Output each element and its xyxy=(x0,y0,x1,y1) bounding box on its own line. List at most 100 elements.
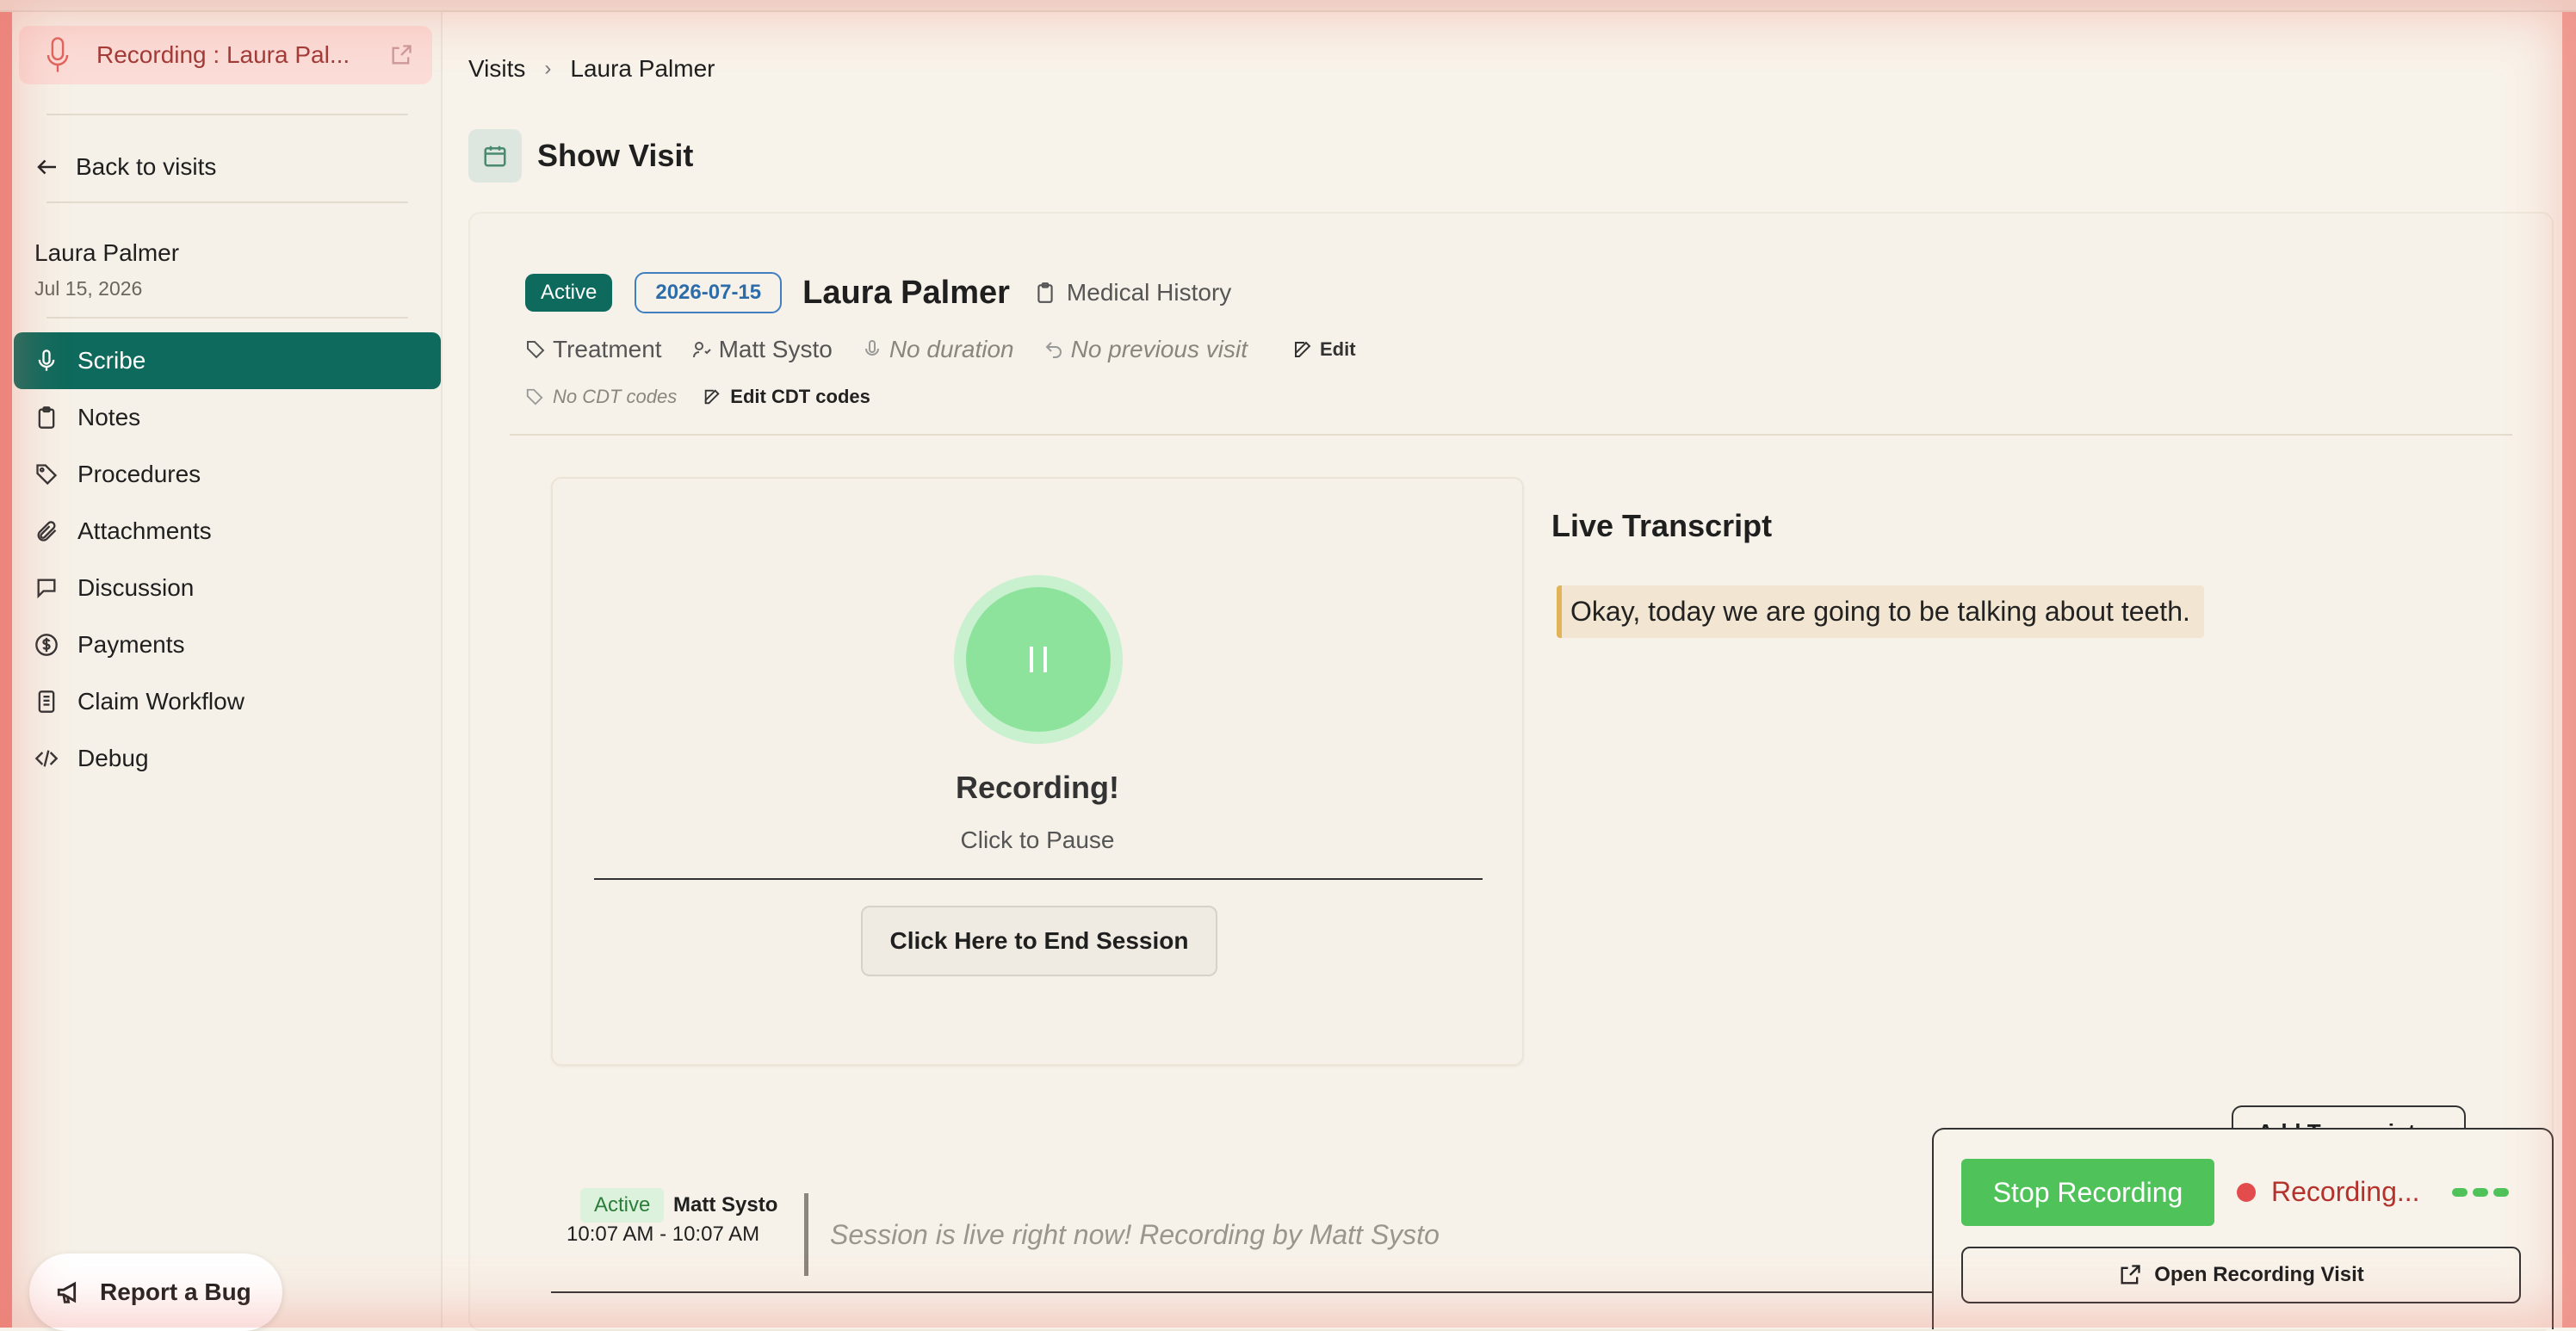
transcript-line: Okay, today we are going to be talking a… xyxy=(1557,585,2204,638)
external-link-icon xyxy=(2121,1265,2140,1285)
edit-label: Edit xyxy=(1320,338,1356,360)
calendar-icon xyxy=(468,129,522,183)
open-recording-visit-button[interactable]: Open Recording Visit xyxy=(1961,1247,2521,1303)
visit-previous: No previous visit xyxy=(1043,336,1248,363)
provider-label: Matt Systo xyxy=(718,336,833,362)
visit-type: Treatment xyxy=(525,336,662,363)
sidebar-item-attachments[interactable]: Attachments xyxy=(14,503,441,560)
sidebar-item-notes[interactable]: Notes xyxy=(14,389,441,446)
sidebar-item-claim-workflow[interactable]: Claim Workflow xyxy=(14,673,441,730)
user-icon xyxy=(692,342,711,358)
breadcrumb-visits[interactable]: Visits xyxy=(468,55,525,83)
visit-summary: Active 2026-07-15 Laura Palmer Medical H… xyxy=(525,272,1231,313)
pause-hint: Click to Pause xyxy=(960,826,1115,853)
sidebar: Recording : Laura Pal... Back to visits … xyxy=(12,10,443,1331)
edit-icon xyxy=(705,389,720,405)
tag-icon xyxy=(36,464,58,486)
sidebar-item-debug[interactable]: Debug xyxy=(14,730,441,787)
pause-button[interactable] xyxy=(966,587,1111,732)
back-to-visits-link[interactable]: Back to visits xyxy=(34,153,216,181)
sidebar-item-label: Notes xyxy=(77,404,141,430)
session-note: Session is live right now! Recording by … xyxy=(830,1219,1440,1250)
divider xyxy=(594,878,1483,880)
session-divider xyxy=(804,1193,808,1276)
floating-recorder: Stop Recording Recording... Open Recordi… xyxy=(1932,1128,2554,1329)
sidebar-nav: Scribe Notes Procedures Attachments Disc… xyxy=(14,332,441,787)
sidebar-item-label: Debug xyxy=(77,745,149,771)
recording-chip[interactable]: Recording : Laura Pal... xyxy=(19,26,432,84)
sidebar-item-payments[interactable]: Payments xyxy=(14,616,441,673)
recording-indicator: Recording... xyxy=(2271,1176,2420,1207)
sidebar-item-scribe[interactable]: Scribe xyxy=(14,332,441,389)
sidebar-item-discussion[interactable]: Discussion xyxy=(14,560,441,616)
mic-icon xyxy=(864,340,879,356)
tag-icon xyxy=(526,388,543,405)
divider xyxy=(510,434,2512,436)
session-status-badge: Active xyxy=(580,1188,665,1223)
edit-cdt-label: Edit CDT codes xyxy=(730,386,870,407)
divider xyxy=(46,317,408,319)
report-bug-label: Report a Bug xyxy=(100,1278,251,1305)
external-link-icon[interactable] xyxy=(389,43,413,67)
session-user: Matt Systo xyxy=(673,1193,778,1216)
patient-name: Laura Palmer xyxy=(34,239,180,266)
recording-chip-label: Recording : Laura Pal... xyxy=(96,41,350,68)
pause-icon xyxy=(1030,647,1033,672)
visit-patient-name: Laura Palmer xyxy=(802,274,1010,311)
patient-date: Jul 15, 2026 xyxy=(34,277,143,300)
edit-visit-button[interactable]: Edit xyxy=(1292,338,1356,361)
duration-label: No duration xyxy=(889,336,1014,362)
date-badge: 2026-07-15 xyxy=(635,272,783,313)
breadcrumb: Visits › Laura Palmer xyxy=(468,55,715,83)
recording-frame-left xyxy=(0,0,12,1328)
document-icon xyxy=(38,690,55,713)
live-transcript-title: Live Transcript xyxy=(1551,508,1773,543)
sidebar-item-label: Discussion xyxy=(77,574,195,601)
clipboard-icon xyxy=(38,406,55,429)
report-bug-button[interactable]: Report a Bug xyxy=(29,1254,282,1331)
recording-status: Recording! xyxy=(955,770,1119,805)
status-badge: Active xyxy=(525,274,613,312)
mic-icon xyxy=(38,350,55,371)
sidebar-item-label: Procedures xyxy=(77,461,201,487)
page-title: Show Visit xyxy=(537,138,694,173)
end-session-button[interactable]: Click Here to End Session xyxy=(861,906,1217,976)
dollar-icon xyxy=(35,634,58,656)
arrow-left-icon xyxy=(37,159,56,175)
sidebar-item-label: Attachments xyxy=(77,517,212,544)
back-label: Back to visits xyxy=(76,153,217,180)
visit-provider: Matt Systo xyxy=(691,336,833,363)
sidebar-item-procedures[interactable]: Procedures xyxy=(14,446,441,503)
session-time: 10:07 AM - 10:07 AM xyxy=(567,1223,760,1246)
mic-icon xyxy=(46,37,69,72)
megaphone-icon xyxy=(57,1281,77,1303)
pause-button-ring xyxy=(954,575,1123,744)
top-border xyxy=(0,0,2576,12)
cdt-codes: No CDT codes xyxy=(525,386,677,408)
edit-cdt-button[interactable]: Edit CDT codes xyxy=(703,386,870,408)
divider xyxy=(551,1291,2032,1293)
cdt-row: No CDT codes Edit CDT codes xyxy=(525,386,870,408)
cdt-label: No CDT codes xyxy=(553,386,678,407)
chat-icon xyxy=(37,579,56,599)
edit-icon xyxy=(1295,341,1311,357)
audio-level-icon xyxy=(2452,1188,2514,1197)
visit-meta: Treatment Matt Systo No duration No prev… xyxy=(525,336,1385,363)
medical-history-link[interactable]: Medical History xyxy=(1034,279,1231,306)
medical-history-label: Medical History xyxy=(1066,279,1232,306)
recorder-panel: Recording! Click to Pause Click Here to … xyxy=(551,477,1524,1066)
previous-label: No previous visit xyxy=(1070,336,1248,362)
open-recording-label: Open Recording Visit xyxy=(2154,1263,2364,1286)
code-icon xyxy=(34,750,59,767)
sidebar-item-label: Scribe xyxy=(77,347,146,374)
divider xyxy=(46,201,408,203)
recording-frame-right xyxy=(2562,0,2576,1328)
recording-dot-icon xyxy=(2237,1183,2256,1202)
undo-icon xyxy=(1045,342,1062,358)
clipboard-icon xyxy=(1037,282,1053,303)
divider xyxy=(46,114,408,115)
breadcrumb-current: Laura Palmer xyxy=(570,55,715,82)
visit-type-label: Treatment xyxy=(553,336,662,362)
visit-duration: No duration xyxy=(862,336,1014,363)
stop-recording-button[interactable]: Stop Recording xyxy=(1961,1159,2214,1226)
